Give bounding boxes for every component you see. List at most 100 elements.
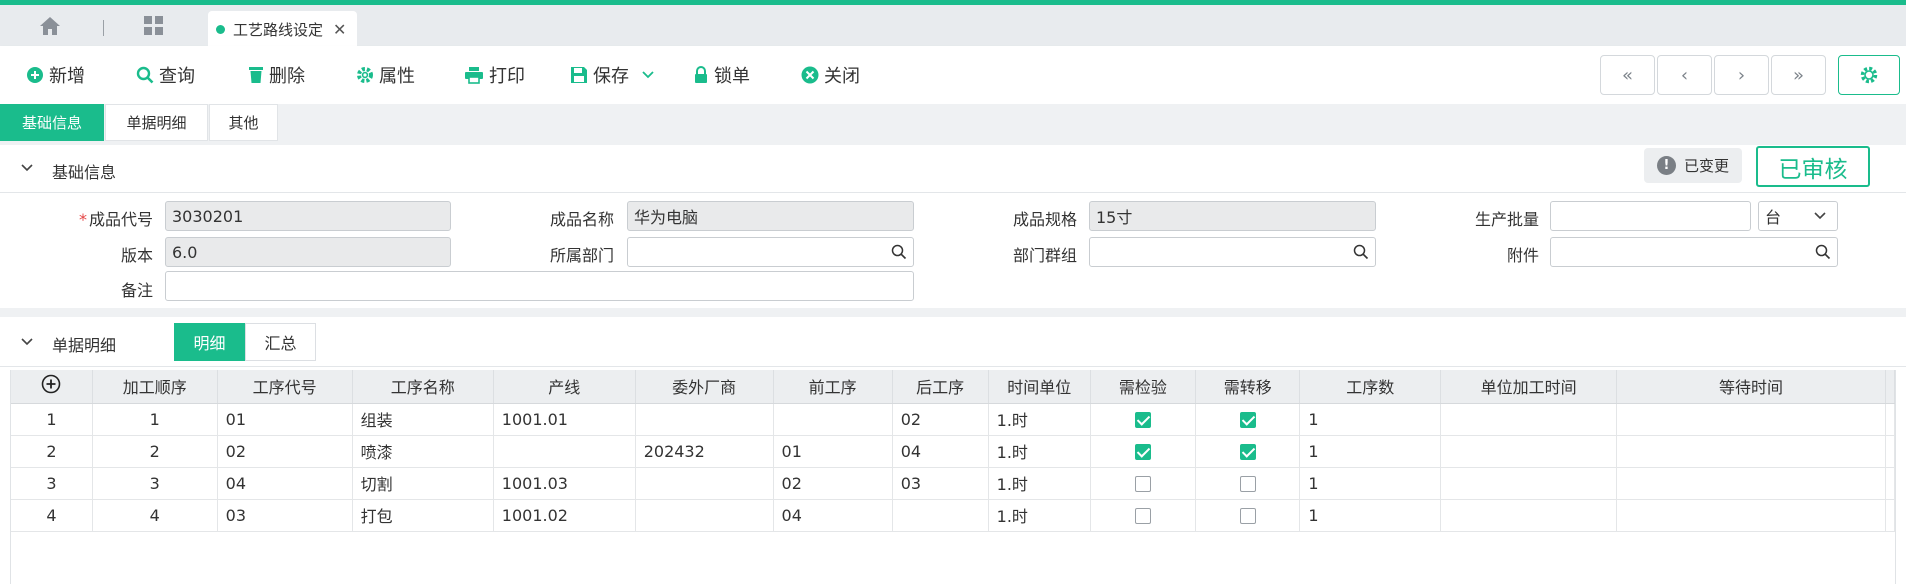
transfer-checkbox[interactable] xyxy=(1239,476,1256,492)
close-tab-icon[interactable]: ✕ xyxy=(333,20,346,39)
col-header[interactable]: 工序名称 xyxy=(352,370,494,404)
cell-seq[interactable]: 2 xyxy=(92,435,218,468)
add-button[interactable]: 新增 xyxy=(26,61,85,89)
product-code-field[interactable]: 3030201 xyxy=(165,201,451,231)
chevron-down-icon[interactable] xyxy=(20,161,34,175)
inspect-checkbox[interactable] xyxy=(1134,444,1151,460)
cell-prev[interactable] xyxy=(773,403,893,436)
col-header[interactable]: 需检验 xyxy=(1090,370,1197,404)
cell-code[interactable]: 03 xyxy=(217,499,353,532)
delete-button[interactable]: 删除 xyxy=(248,61,305,89)
query-button[interactable]: 查询 xyxy=(136,61,195,89)
cell-idx[interactable]: 1 xyxy=(11,403,93,436)
search-icon[interactable] xyxy=(891,244,907,260)
cell-name[interactable]: 打包 xyxy=(352,499,494,532)
col-header[interactable]: 单位加工时间 xyxy=(1440,370,1618,404)
cell-next[interactable]: 03 xyxy=(892,467,989,500)
search-icon[interactable] xyxy=(1815,244,1831,260)
col-header[interactable]: 需转移 xyxy=(1195,370,1301,404)
last-record-button[interactable]: » xyxy=(1771,55,1826,95)
batch-input[interactable] xyxy=(1550,201,1751,231)
first-record-button[interactable]: « xyxy=(1600,55,1655,95)
table-row[interactable]: 2 2 02 喷漆 202432 01 04 1.时 1 xyxy=(11,435,1895,468)
transfer-checkbox[interactable] xyxy=(1239,444,1256,460)
cell-wait[interactable] xyxy=(1616,467,1886,500)
next-record-button[interactable]: › xyxy=(1714,55,1769,95)
col-header[interactable]: 时间单位 xyxy=(988,370,1091,404)
cell-unit-time[interactable] xyxy=(1440,467,1618,500)
cell-unit-time[interactable] xyxy=(1440,435,1618,468)
cell-count[interactable]: 1 xyxy=(1299,435,1442,468)
inspect-checkbox[interactable] xyxy=(1134,412,1151,428)
inspect-checkbox[interactable] xyxy=(1134,476,1151,492)
version-field[interactable]: 6.0 xyxy=(165,237,451,267)
lock-button[interactable]: 锁单 xyxy=(693,61,750,89)
cell-unit-time[interactable] xyxy=(1440,403,1618,436)
chevron-down-icon[interactable] xyxy=(20,335,34,349)
table-row[interactable]: 1 1 01 组装 1001.01 02 1.时 1 xyxy=(11,403,1895,436)
cell-time-unit[interactable]: 1.时 xyxy=(988,435,1091,468)
cell-vendor[interactable] xyxy=(635,467,774,500)
col-header[interactable]: 委外厂商 xyxy=(635,370,774,404)
col-header[interactable]: 产线 xyxy=(493,370,636,404)
tab-detail[interactable]: 单据明细 xyxy=(105,104,208,141)
cell-code[interactable]: 04 xyxy=(217,467,353,500)
cell-prev[interactable]: 04 xyxy=(773,499,893,532)
tab-summary[interactable]: 汇总 xyxy=(245,323,316,361)
cell-idx[interactable]: 2 xyxy=(11,435,93,468)
col-header[interactable]: 后工序 xyxy=(892,370,989,404)
settings-button[interactable] xyxy=(1838,55,1900,95)
cell-next[interactable] xyxy=(892,499,989,532)
cell-next[interactable]: 04 xyxy=(892,435,989,468)
dept-input[interactable] xyxy=(627,237,914,267)
table-row[interactable]: 4 4 03 打包 1001.02 04 1.时 1 xyxy=(11,499,1895,532)
transfer-checkbox[interactable] xyxy=(1239,412,1256,428)
cell-line[interactable] xyxy=(493,435,636,468)
product-name-field[interactable]: 华为电脑 xyxy=(627,201,914,231)
cell-time-unit[interactable]: 1.时 xyxy=(988,403,1091,436)
save-button[interactable]: 保存 xyxy=(570,61,660,89)
cell-count[interactable]: 1 xyxy=(1299,403,1442,436)
cell-seq[interactable]: 3 xyxy=(92,467,218,500)
search-icon[interactable] xyxy=(1353,244,1369,260)
cell-code[interactable]: 02 xyxy=(217,435,353,468)
cell-wait[interactable] xyxy=(1616,403,1886,436)
home-icon[interactable] xyxy=(38,15,62,37)
cell-line[interactable]: 1001.02 xyxy=(493,499,636,532)
cell-idx[interactable]: 3 xyxy=(11,467,93,500)
col-header[interactable]: 等待时间 xyxy=(1616,370,1886,404)
properties-button[interactable]: 属性 xyxy=(356,61,415,89)
inspect-checkbox[interactable] xyxy=(1134,508,1151,524)
cell-name[interactable]: 切割 xyxy=(352,467,494,500)
cell-count[interactable]: 1 xyxy=(1299,467,1442,500)
add-row-icon[interactable] xyxy=(11,370,93,404)
col-header[interactable]: 工序数 xyxy=(1299,370,1442,404)
col-header[interactable]: 加工顺序 xyxy=(92,370,218,404)
product-spec-field[interactable]: 15寸 xyxy=(1089,201,1376,231)
tab-other[interactable]: 其他 xyxy=(209,104,278,141)
cell-code[interactable]: 01 xyxy=(217,403,353,436)
tab-routing-setup[interactable]: 工艺路线设定 ✕ xyxy=(208,11,357,47)
cell-name[interactable]: 组装 xyxy=(352,403,494,436)
tab-basic-info[interactable]: 基础信息 xyxy=(0,104,104,141)
cell-prev[interactable]: 02 xyxy=(773,467,893,500)
print-button[interactable]: 打印 xyxy=(464,61,525,89)
unit-select[interactable]: 台 xyxy=(1758,201,1838,231)
tab-detail-lines[interactable]: 明细 xyxy=(174,323,245,361)
cell-idx[interactable]: 4 xyxy=(11,499,93,532)
dept-group-input[interactable] xyxy=(1089,237,1376,267)
prev-record-button[interactable]: ‹ xyxy=(1657,55,1712,95)
cell-prev[interactable]: 01 xyxy=(773,435,893,468)
cell-unit-time[interactable] xyxy=(1440,499,1618,532)
transfer-checkbox[interactable] xyxy=(1239,508,1256,524)
cell-vendor[interactable] xyxy=(635,403,774,436)
cell-vendor[interactable]: 202432 xyxy=(635,435,774,468)
col-header[interactable]: 前工序 xyxy=(773,370,893,404)
cell-line[interactable]: 1001.03 xyxy=(493,467,636,500)
attach-input[interactable] xyxy=(1550,237,1838,267)
cell-line[interactable]: 1001.01 xyxy=(493,403,636,436)
close-button[interactable]: 关闭 xyxy=(801,61,860,89)
cell-next[interactable]: 02 xyxy=(892,403,989,436)
cell-wait[interactable] xyxy=(1616,435,1886,468)
cell-wait[interactable] xyxy=(1616,499,1886,532)
